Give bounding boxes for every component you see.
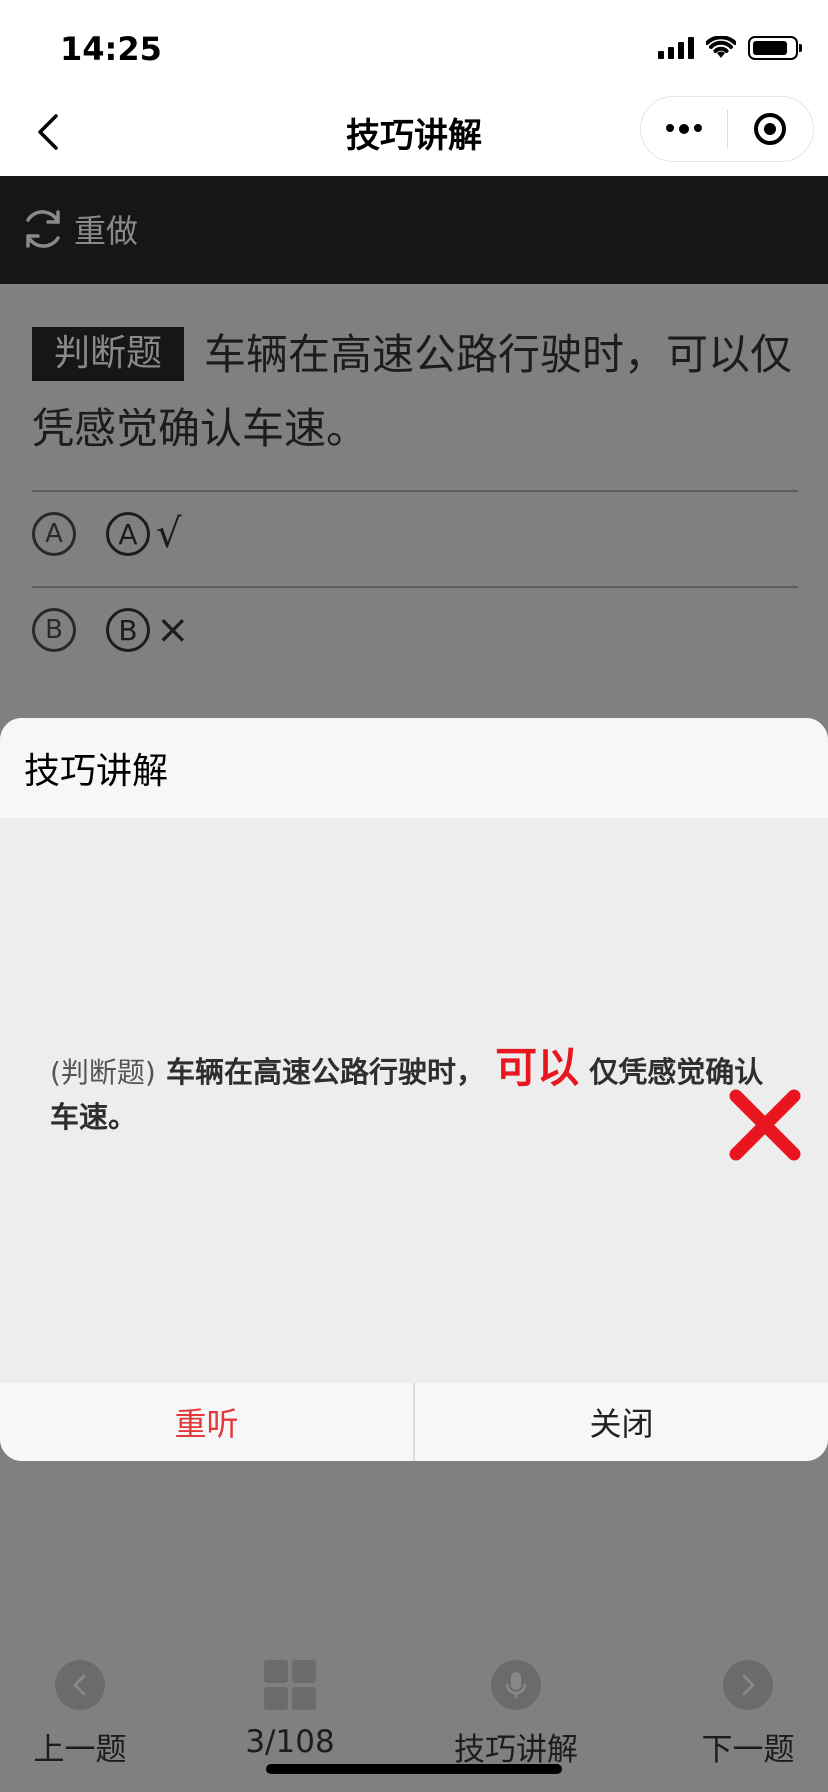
next-question-label: 下一题: [701, 1732, 795, 1768]
tips-modal: 技巧讲解 (判断题) 车辆在高速公路行驶时， 可以 仅凭感觉确认车速。 重听 关…: [0, 718, 828, 1461]
tip-prefix: (判断题): [50, 1056, 156, 1089]
redo-label: 重做: [74, 212, 139, 250]
divider: [32, 586, 798, 588]
question-type-tag: 判断题: [32, 327, 185, 381]
option-b-text: ×: [156, 607, 190, 653]
chevron-right-circle-icon: [723, 1660, 773, 1710]
battery-icon: [748, 36, 802, 60]
option-a-letter: A: [106, 512, 150, 556]
divider: [32, 490, 798, 492]
refresh-icon: [26, 210, 60, 248]
question-progress: 3/108: [245, 1724, 335, 1760]
close-button[interactable]: 关闭: [415, 1383, 828, 1461]
target-icon: [754, 113, 787, 145]
wifi-icon: [706, 36, 736, 58]
tips-label: 技巧讲解: [454, 1732, 578, 1768]
chevron-left-circle-icon: [55, 1660, 105, 1710]
tip-highlight: 可以: [495, 1043, 580, 1092]
grid-icon: [264, 1660, 316, 1710]
replay-button[interactable]: 重听: [0, 1383, 415, 1461]
question-text-block: 判断题 车辆在高速公路行驶时，可以仅凭感觉确认车速。: [32, 318, 798, 466]
exit-button[interactable]: [728, 97, 814, 161]
option-b-marker: B: [32, 608, 76, 652]
toolbar: 重做: [0, 176, 828, 284]
home-indicator: [266, 1764, 562, 1774]
more-button[interactable]: [641, 97, 727, 161]
redo-button[interactable]: 重做: [20, 206, 138, 252]
modal-title: 技巧讲解: [0, 718, 828, 818]
wrong-x-icon: [729, 1089, 801, 1161]
status-icons: [658, 36, 802, 60]
miniprogram-capsule: [640, 96, 814, 162]
question-list-button[interactable]: 3/108: [200, 1660, 380, 1760]
option-b[interactable]: B B ×: [32, 602, 190, 658]
status-time: 14:25: [60, 30, 162, 68]
cellular-signal-icon: [658, 37, 694, 59]
prev-question-label: 上一题: [33, 1732, 127, 1768]
tip-text-before: 车辆在高速公路行驶时，: [165, 1055, 485, 1089]
prev-question-button[interactable]: 上一题: [0, 1660, 170, 1769]
option-b-letter: B: [106, 608, 150, 652]
next-question-button[interactable]: 下一题: [658, 1660, 828, 1769]
modal-footer: 重听 关闭: [0, 1383, 828, 1461]
microphone-icon: [491, 1660, 541, 1710]
tip-text: (判断题) 车辆在高速公路行驶时， 可以 仅凭感觉确认车速。: [50, 1046, 780, 1139]
more-icon: [665, 124, 702, 134]
option-a-content: A √: [106, 511, 182, 557]
option-a-text: √: [156, 511, 182, 557]
nav-bar: 技巧讲解: [0, 88, 828, 176]
option-a-marker: A: [32, 512, 76, 556]
modal-body: (判断题) 车辆在高速公路行驶时， 可以 仅凭感觉确认车速。: [0, 818, 828, 1383]
tips-button[interactable]: 技巧讲解: [426, 1660, 606, 1769]
option-b-content: B ×: [106, 607, 190, 653]
status-bar: 14:25: [0, 0, 828, 88]
option-a[interactable]: A A √: [32, 506, 182, 562]
